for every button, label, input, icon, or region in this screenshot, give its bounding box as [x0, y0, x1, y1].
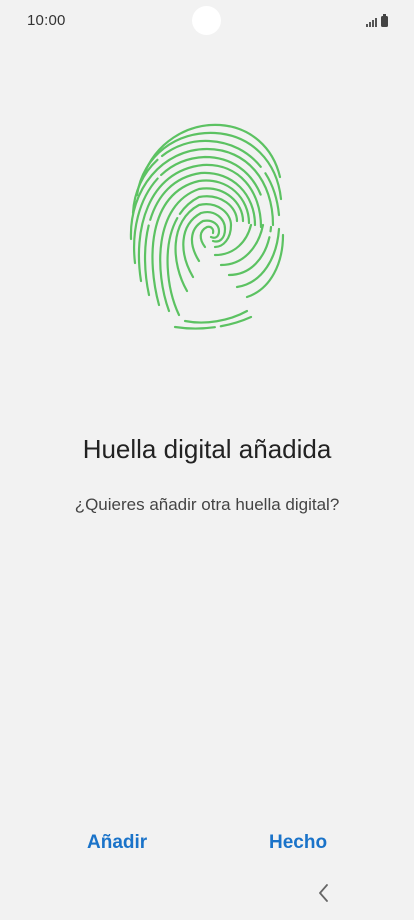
add-button[interactable]: Añadir	[81, 828, 153, 858]
status-icons	[366, 13, 388, 27]
navigation-bar	[0, 872, 414, 920]
camera-cutout	[192, 6, 221, 35]
status-bar: 10:00	[0, 0, 414, 42]
done-button[interactable]: Hecho	[263, 828, 333, 858]
fingerprint-icon	[125, 115, 289, 330]
page-subtitle: ¿Quieres añadir otra huella digital?	[74, 495, 340, 514]
battery-icon	[381, 14, 388, 27]
page-title: Huella digital añadida	[82, 434, 332, 464]
back-chevron-icon[interactable]	[312, 878, 334, 908]
signal-icon	[366, 17, 377, 27]
status-time: 10:00	[27, 12, 66, 29]
